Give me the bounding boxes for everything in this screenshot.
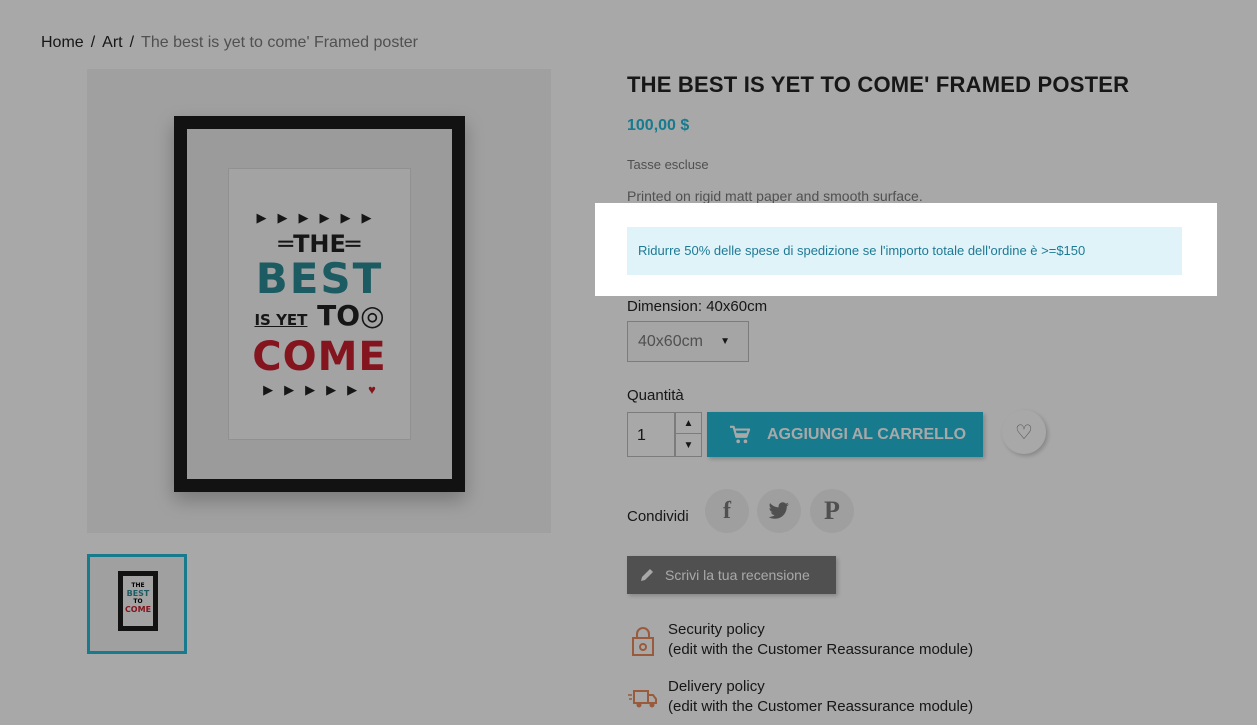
reassurance-security: Security policy (edit with the Customer … <box>627 620 973 660</box>
lock-icon <box>632 627 654 656</box>
poster-word-isyet-to: IS YET TO◎ <box>254 299 385 332</box>
reassurance-title: Delivery policy <box>668 678 765 695</box>
breadcrumb-home[interactable]: Home <box>41 34 84 51</box>
caret-down-icon: ▼ <box>720 336 730 347</box>
dimension-selected-value: 40x60cm <box>638 333 703 350</box>
breadcrumb-separator: / <box>90 34 96 51</box>
tax-label: Tasse escluse <box>627 157 709 172</box>
thumbnail-frame: THE BEST TO COME <box>118 571 158 631</box>
reassurance-text: (edit with the Customer Reassurance modu… <box>668 698 974 715</box>
twitter-share-button[interactable]: t <box>757 489 801 533</box>
poster-artwork: ▶▶▶▶▶▶ ═THE═ BEST IS YET TO◎ COME ▶▶▶▶▶♥ <box>228 168 411 440</box>
quantity-decrease-button[interactable]: ▼ <box>676 435 701 456</box>
reassurance-title: Security policy <box>668 621 765 638</box>
heart-icon: ♥ <box>368 382 376 397</box>
product-cover-image[interactable]: ▶▶▶▶▶▶ ═THE═ BEST IS YET TO◎ COME ▶▶▶▶▶♥ <box>87 69 551 533</box>
poster-arrows-bottom: ▶▶▶▶▶♥ <box>263 382 376 397</box>
share-label: Condividi <box>627 508 689 525</box>
write-review-label: Scrivi la tua recensione <box>665 567 810 583</box>
dimension-select[interactable]: 40x60cm ▼ <box>627 321 749 362</box>
pinterest-icon: P <box>824 496 840 525</box>
product-price: 100,00 $ <box>627 117 690 134</box>
quantity-increase-button[interactable]: ▲ <box>676 413 701 434</box>
reassurance-text: (edit with the Customer Reassurance modu… <box>668 641 974 658</box>
reassurance-delivery: Delivery policy (edit with the Customer … <box>627 677 973 717</box>
facebook-icon: f <box>723 497 731 524</box>
write-review-button[interactable]: Scrivi la tua recensione <box>627 556 836 594</box>
product-title: THE BEST IS YET TO COME' FRAMED POSTER <box>627 72 1130 97</box>
poster-frame: ▶▶▶▶▶▶ ═THE═ BEST IS YET TO◎ COME ▶▶▶▶▶♥ <box>174 116 465 492</box>
breadcrumb-separator: / <box>129 34 135 51</box>
poster-arrows-top: ▶▶▶▶▶▶ <box>256 210 383 225</box>
poster-word-best: BEST <box>255 254 384 303</box>
shopping-cart-icon <box>730 425 751 443</box>
poster-mat: ▶▶▶▶▶▶ ═THE═ BEST IS YET TO◎ COME ▶▶▶▶▶♥ <box>187 129 452 479</box>
breadcrumb: Home / Art / The best is yet to come' Framed… <box>41 34 418 52</box>
facebook-share-button[interactable]: f <box>705 489 749 533</box>
promo-alert: Ridurre 50% delle spese di spedizione se… <box>627 227 1182 275</box>
thumbnail-artwork: THE BEST TO COME <box>123 576 153 626</box>
twitter-icon <box>768 502 789 519</box>
dimension-label: Dimension: 40x60cm <box>627 298 768 315</box>
quantity-stepper: ▲ ▼ <box>675 412 702 457</box>
breadcrumb-current: The best is yet to come' Framed poster <box>141 34 418 51</box>
pencil-icon <box>641 569 653 581</box>
pinterest-share-button[interactable]: P <box>810 489 854 533</box>
promo-highlight-box: Ridurre 50% delle spese di spedizione se… <box>595 203 1217 296</box>
quantity-input[interactable]: 1 <box>627 412 675 457</box>
product-short-description: Printed on rigid matt paper and smooth s… <box>627 188 923 204</box>
add-to-cart-label: AGGIUNGI AL CARRELLO <box>767 425 967 443</box>
delivery-truck-icon <box>628 690 657 708</box>
add-to-cart-button[interactable]: AGGIUNGI AL CARRELLO <box>707 412 983 457</box>
heart-outline-icon: ♡ <box>1015 421 1033 444</box>
poster-word-come: COME <box>252 334 387 380</box>
quantity-label: Quantità <box>627 387 684 404</box>
wishlist-button[interactable]: ♡ <box>1002 410 1046 454</box>
product-page: Home / Art / The best is yet to come' Framed… <box>0 0 1257 725</box>
breadcrumb-art[interactable]: Art <box>102 34 122 51</box>
product-thumbnail[interactable]: THE BEST TO COME <box>87 554 187 654</box>
